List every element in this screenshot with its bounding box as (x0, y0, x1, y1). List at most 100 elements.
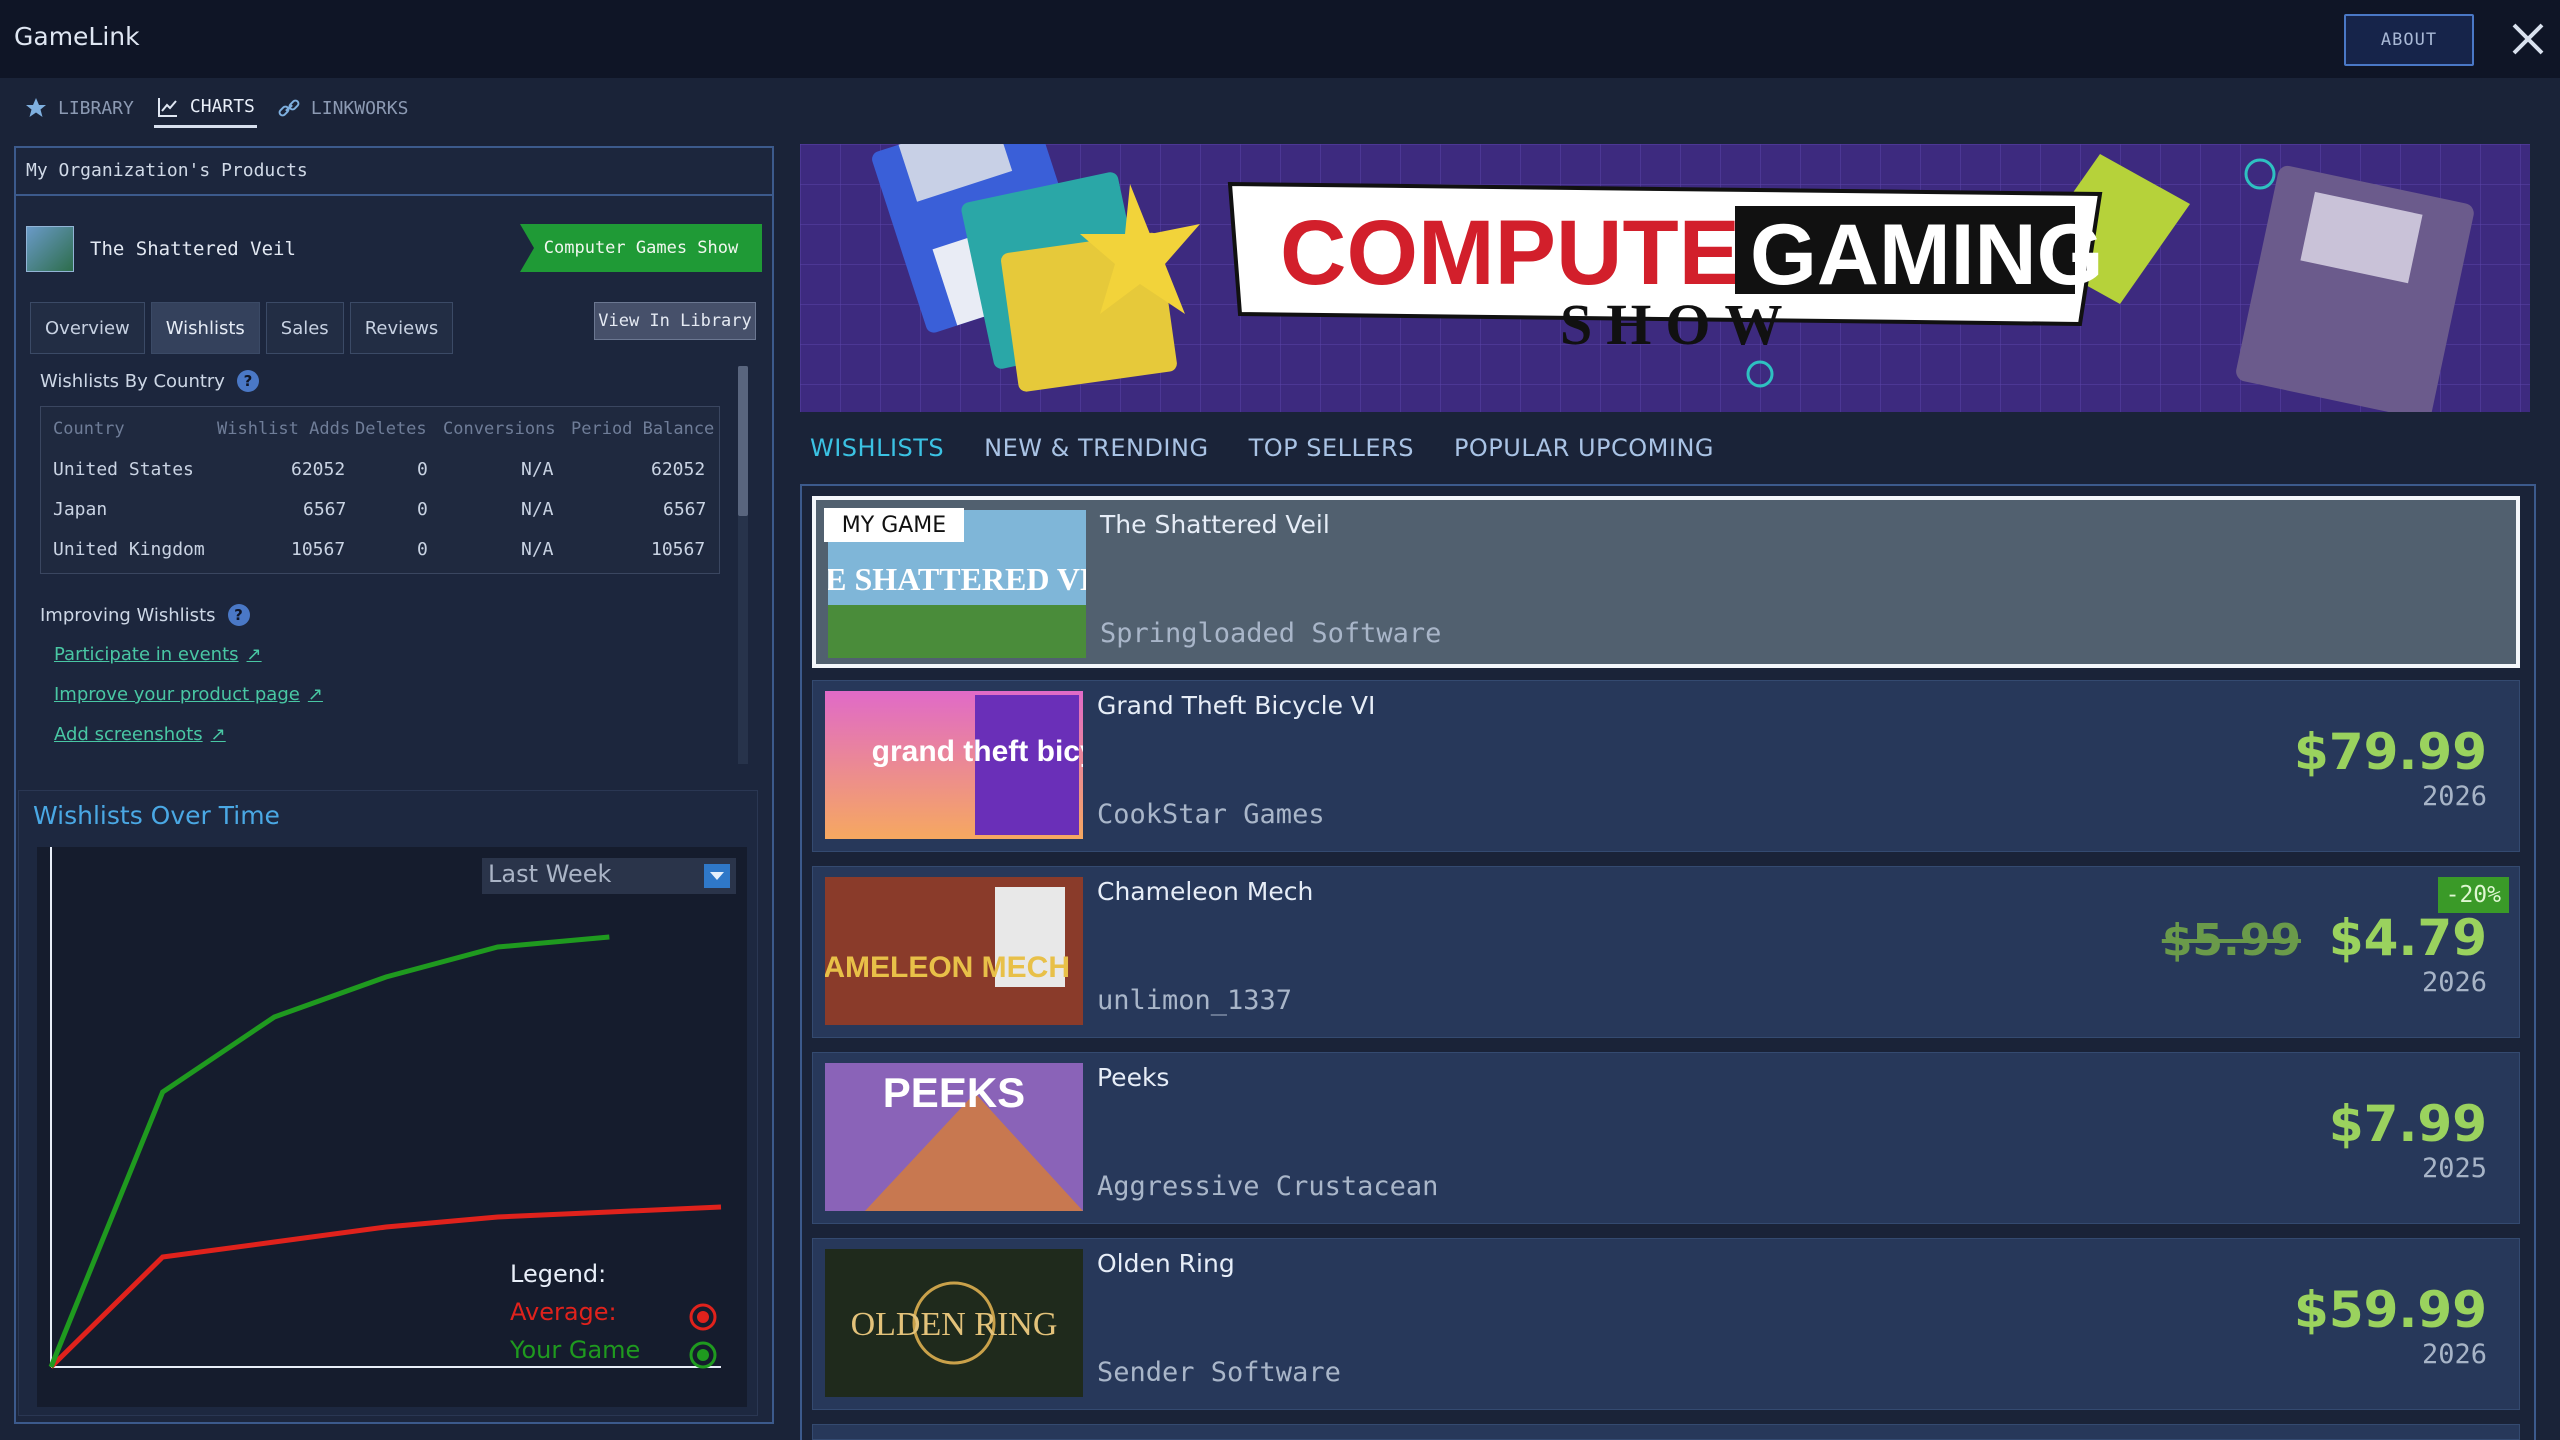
subtab-sales[interactable]: Sales (265, 302, 344, 354)
event-badge[interactable]: Computer Games Show (520, 224, 762, 272)
col-conversions: Conversions (443, 419, 556, 439)
game-year: 2025 (2421, 1153, 2487, 1184)
game-name: Peeks (1097, 1063, 1170, 1092)
tab-library-label: LIBRARY (58, 97, 134, 119)
product-row[interactable]: The Shattered Veil Computer Games Show (26, 224, 762, 274)
legend-your-game-marker-icon[interactable] (688, 1340, 718, 1370)
view-in-library-button[interactable]: View In Library (594, 302, 756, 340)
subtab-overview[interactable]: Overview (30, 302, 145, 354)
cell-deletes: 0 (417, 459, 428, 480)
external-link-icon: ↗ (246, 644, 262, 665)
link-improve-product-page[interactable]: Improve your product page ↗ (54, 684, 323, 705)
top-tabs: LIBRARY CHARTS LINKWORKS (22, 88, 410, 132)
col-deletes: Deletes (355, 419, 427, 439)
cell-adds: 62052 (291, 459, 346, 480)
external-link-icon: ↗ (307, 684, 323, 705)
game-name: Chameleon Mech (1097, 877, 1314, 906)
game-row-chameleon-mech[interactable]: CHAMELEON MECH Chameleon Mech unlimon_13… (812, 866, 2520, 1038)
legend-average-marker-icon[interactable] (688, 1302, 718, 1332)
game-row-peeks[interactable]: PEEKS Peeks Aggressive Crustacean $7.99 … (812, 1052, 2520, 1224)
banner-art: COMPUTER GAMING SHOW (800, 144, 2530, 412)
store-tabs: WISHLISTS NEW & TRENDING TOP SELLERS POP… (810, 434, 1714, 462)
link-participate-events[interactable]: Participate in events ↗ (54, 644, 262, 665)
game-row-olden-ring[interactable]: OLDEN RING Olden Ring Sender Software $5… (812, 1238, 2520, 1410)
tab-popular-upcoming[interactable]: POPULAR UPCOMING (1454, 434, 1714, 462)
table-row: Japan 6567 0 N/A 6567 (41, 491, 719, 527)
event-banner[interactable]: COMPUTER GAMING SHOW (800, 144, 2530, 412)
game-row-partial[interactable] (812, 1424, 2520, 1440)
game-name: The Shattered Veil (1100, 510, 1330, 539)
table-row: United Kingdom 10567 0 N/A 10567 (41, 531, 719, 567)
cell-balance: 6567 (663, 499, 707, 520)
chart-title: Wishlists Over Time (33, 801, 280, 830)
cell-conversions: N/A (521, 539, 554, 560)
title-bar: GameLink ABOUT (0, 0, 2560, 78)
cell-country: Japan (53, 499, 108, 520)
banner-title-right: GAMING (1750, 207, 2104, 303)
game-row-shattered-veil[interactable]: MY GAME THE SHATTERED VEIL The Shattered… (812, 496, 2520, 668)
help-icon[interactable]: ? (236, 370, 259, 392)
product-subtabs: Overview Wishlists Sales Reviews (30, 302, 454, 354)
tab-wishlists[interactable]: WISHLISTS (810, 434, 944, 462)
subtab-reviews[interactable]: Reviews (349, 302, 454, 354)
cell-deletes: 0 (417, 499, 428, 520)
country-table: Country Wishlist Adds Deletes Conversion… (40, 406, 720, 574)
game-price: $7.99 (2328, 1095, 2487, 1153)
my-game-badge: MY GAME (824, 508, 964, 542)
tab-charts[interactable]: CHARTS (153, 88, 257, 128)
period-select[interactable]: Last Week (482, 858, 736, 894)
close-icon[interactable] (2508, 18, 2548, 60)
legend-average-label: Average: (510, 1298, 617, 1326)
col-country: Country (53, 419, 125, 439)
help-icon[interactable]: ? (227, 604, 250, 626)
tab-library[interactable]: LIBRARY (22, 88, 136, 128)
cell-conversions: N/A (521, 459, 554, 480)
subtab-wishlists[interactable]: Wishlists (150, 302, 260, 354)
game-developer: Sender Software (1097, 1357, 1341, 1388)
game-developer: unlimon_1337 (1097, 985, 1293, 1016)
thumb-title: PEEKS (883, 1069, 1025, 1116)
cell-conversions: N/A (521, 499, 554, 520)
tab-top-sellers[interactable]: TOP SELLERS (1249, 434, 1414, 462)
chevron-down-icon (704, 864, 730, 888)
game-row-grand-theft-bicycle[interactable]: grand theft bicycle Grand Theft Bicycle … (812, 680, 2520, 852)
about-button[interactable]: ABOUT (2344, 14, 2474, 66)
link-label: Improve your product page (54, 684, 300, 705)
product-thumbnail (26, 226, 74, 272)
tab-new-trending[interactable]: NEW & TRENDING (984, 434, 1208, 462)
cell-adds: 10567 (291, 539, 346, 560)
products-panel-header: My Organization's Products (16, 148, 772, 196)
link-add-screenshots[interactable]: Add screenshots ↗ (54, 724, 226, 745)
game-name: Grand Theft Bicycle VI (1097, 691, 1376, 720)
game-developer: Springloaded Software (1100, 618, 1442, 649)
chart-icon (157, 97, 177, 117)
cell-country: United States (53, 459, 194, 480)
table-row: United States 62052 0 N/A 62052 (41, 451, 719, 487)
banner-title-left: COMPUTER (1280, 202, 1806, 304)
legend-your-game-label: Your Game (510, 1336, 641, 1364)
col-wishlist-adds: Wishlist Adds (217, 419, 351, 439)
game-price: $79.99 (2294, 723, 2487, 781)
wishlists-by-country-heading: Wishlists By Country ? (40, 370, 259, 392)
scrollbar[interactable] (738, 366, 748, 764)
game-thumbnail: grand theft bicycle (825, 691, 1083, 839)
cell-deletes: 0 (417, 539, 428, 560)
banner-title-line2: SHOW (1560, 292, 1797, 357)
scrollbar-thumb[interactable] (738, 366, 748, 516)
game-thumbnail: CHAMELEON MECH (825, 877, 1083, 1025)
game-year: 2026 (2421, 781, 2487, 812)
app-title: GameLink (14, 22, 140, 51)
game-name: Olden Ring (1097, 1249, 1235, 1278)
game-year: 2026 (2421, 967, 2487, 998)
table-header: Country Wishlist Adds Deletes Conversion… (41, 411, 719, 447)
cell-balance: 62052 (651, 459, 706, 480)
wishlists-by-country-title: Wishlists By Country (40, 370, 225, 392)
game-thumbnail: PEEKS (825, 1063, 1083, 1211)
period-select-value: Last Week (488, 860, 612, 888)
line-chart (48, 847, 722, 1369)
tab-linkworks[interactable]: LINKWORKS (275, 88, 411, 128)
improving-wishlists-title: Improving Wishlists (40, 604, 216, 626)
col-period-balance: Period Balance (571, 419, 715, 439)
legend-average: Average: (510, 1298, 617, 1326)
product-name: The Shattered Veil (90, 238, 296, 260)
